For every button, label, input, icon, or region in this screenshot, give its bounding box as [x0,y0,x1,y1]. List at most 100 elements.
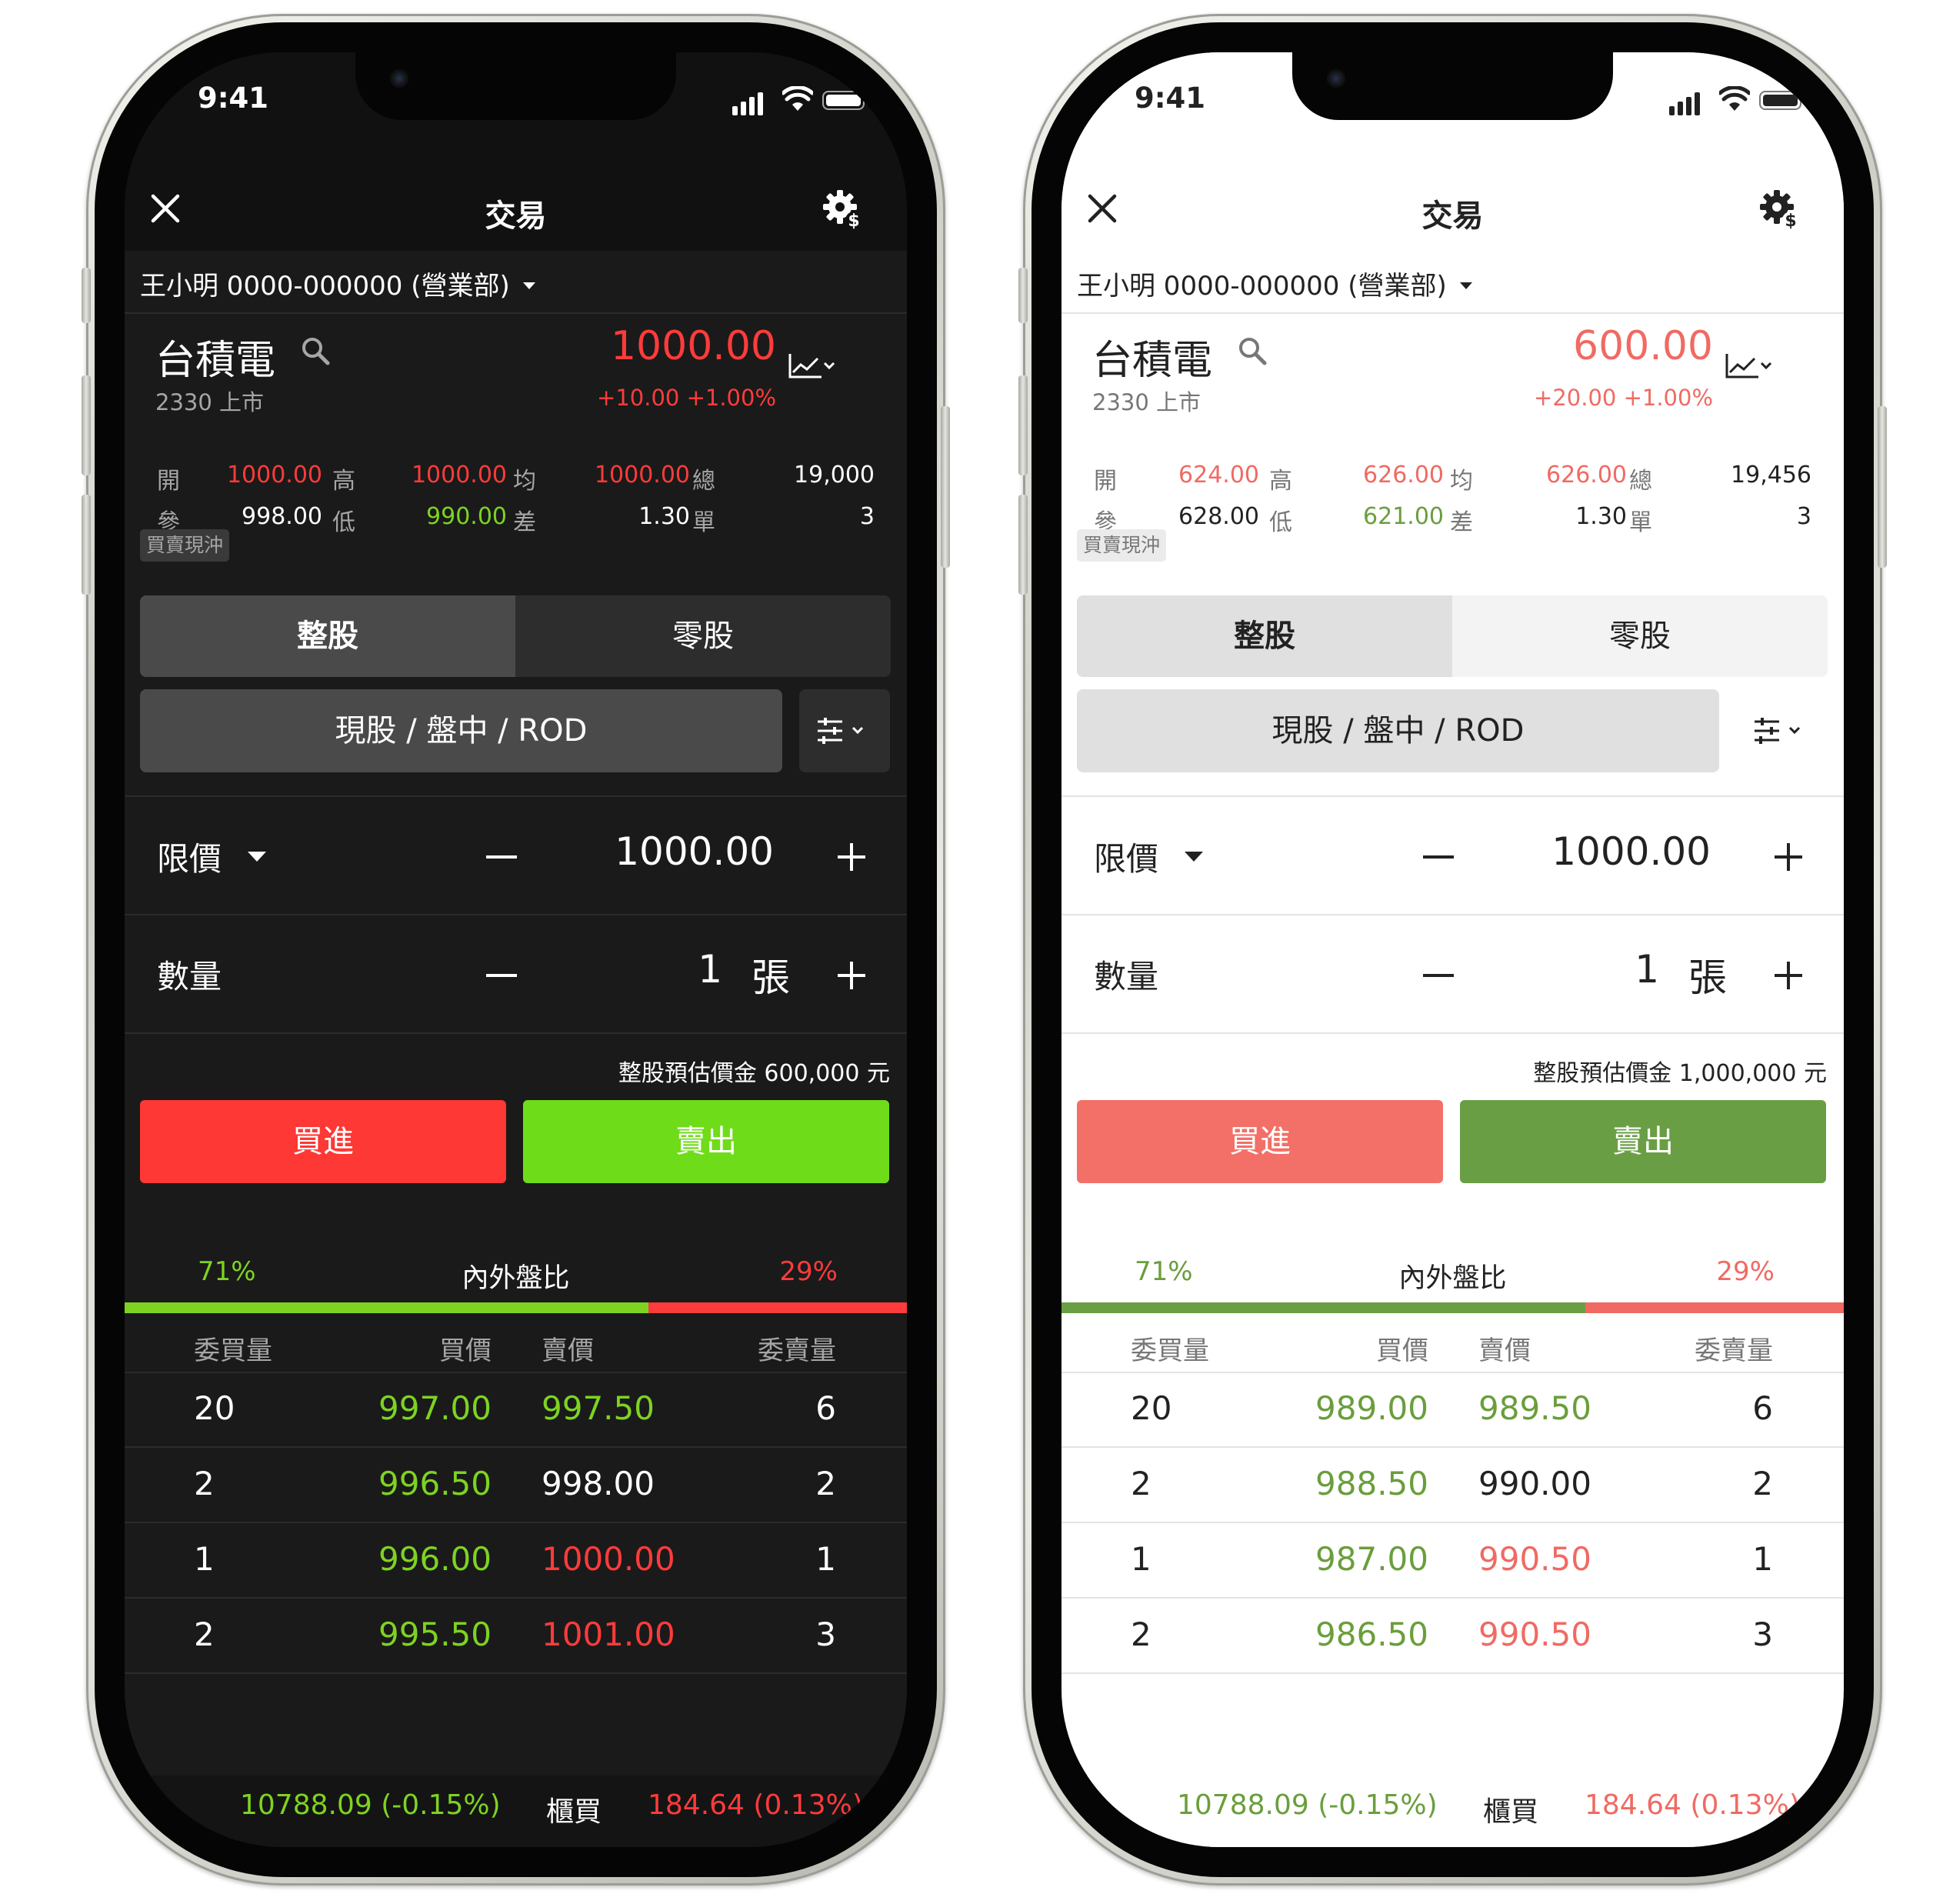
segment-whole-lot[interactable]: 整股 [1077,595,1452,677]
bid-quantity: 2 [1131,1465,1151,1502]
screen: 9:41 交易 $ 王小明 0000-000000 (營業部) 台積電 2330 上市 60… [1061,52,1844,1847]
price-input[interactable]: 1000.00 [1551,829,1711,874]
nav-bar: 交易 $ [1061,166,1844,251]
price-increment-button[interactable] [1773,842,1804,872]
market-ticker[interactable]: 加權 10788.09 (-0.15%) 櫃買 184.64 (0.13%) [1061,1776,1844,1847]
price-change: +10.00 +1.00% [597,385,776,411]
divider [1061,1672,1844,1674]
orderbook-header: 買價 [1376,1335,1428,1366]
quote-label: 單 [1629,509,1652,536]
orderbook-row[interactable]: 1 987.00 990.50 1 [1061,1523,1844,1597]
quantity-unit: 張 [1688,955,1727,1000]
buy-button[interactable]: 買進 [140,1100,506,1183]
ask-price: 998.00 [542,1465,655,1502]
quote-value: 1000.00 [226,462,322,489]
price-increment-button[interactable] [836,842,867,872]
volume-up-button [1018,375,1028,475]
market-ticker[interactable]: 加權 10788.09 (-0.15%) 櫃買 184.64 (0.13%) [125,1776,907,1847]
divider [125,1032,907,1034]
volume-up-button [82,375,91,475]
order-type-selector[interactable]: 現股 / 盤中 / ROD [140,689,782,772]
quantity-increment-button[interactable] [1773,960,1804,991]
mute-switch [1018,268,1028,323]
price-decrement-button[interactable] [486,855,517,859]
quantity-input[interactable]: 1 [1635,947,1659,992]
front-camera [1327,69,1345,88]
orderbook-header: 委買量 [194,1335,272,1366]
bid-quantity: 2 [194,1616,215,1653]
page-title: 交易 [485,198,547,234]
quantity-unit: 張 [752,955,790,1000]
price-type-dropdown-icon[interactable] [248,851,266,865]
segment-odd-lot[interactable]: 零股 [1452,595,1828,677]
quote-value: 3 [859,503,875,530]
quote-label: 總 [692,468,715,495]
sell-button[interactable]: 賣出 [523,1100,889,1183]
chevron-up-icon[interactable] [863,1803,878,1818]
account-selector[interactable]: 王小明 0000-000000 (營業部) [125,251,907,314]
quantity-input[interactable]: 1 [698,947,722,992]
search-icon[interactable] [300,335,331,366]
price-type-label[interactable]: 限價 [157,833,222,880]
price-change: +20.00 +1.00% [1534,385,1713,411]
price-type-dropdown-icon[interactable] [1185,851,1203,865]
ask-quantity: 6 [815,1389,836,1427]
screen: 9:41 交易 $ 王小明 0000-000000 (營業部) 台積電 2330 上市 10… [125,52,907,1847]
quantity-increment-button[interactable] [836,960,867,991]
quote-value: 3 [1796,503,1811,530]
bid-quantity: 1 [194,1540,215,1578]
order-settings-button[interactable] [1736,689,1827,772]
orderbook-row[interactable]: 2 995.50 1001.00 3 [125,1599,907,1672]
divider [1061,1032,1844,1034]
settings-gear-icon[interactable]: $ [1758,188,1801,231]
orderbook-row[interactable]: 20 989.00 989.50 6 [1061,1372,1844,1446]
index-value-taiex: 10788.09 (-0.15%) [240,1789,501,1821]
orderbook-row[interactable]: 2 996.50 998.00 2 [125,1448,907,1522]
battery-icon [822,91,869,110]
line-chart-icon[interactable] [1725,352,1772,380]
search-icon[interactable] [1237,335,1268,366]
orderbook-row[interactable]: 2 988.50 990.00 2 [1061,1448,1844,1522]
stock-name: 台積電 [155,338,276,384]
orderbook-row[interactable]: 2 986.50 990.50 3 [1061,1599,1844,1672]
buy-button[interactable]: 買進 [1077,1100,1443,1183]
settings-gear-icon[interactable]: $ [821,188,864,231]
quantity-decrement-button[interactable] [1423,974,1454,977]
mute-switch [82,268,91,323]
battery-icon [1759,91,1806,110]
order-type-selector[interactable]: 現股 / 盤中 / ROD [1077,689,1719,772]
phone-light-mode: 9:41 交易 $ 王小明 0000-000000 (營業部) 台積電 2330 上市 60… [1018,14,1887,1886]
estimated-amount: 整股預估價金 1,000,000 元 [1533,1060,1827,1087]
quote-label: 均 [1450,468,1473,495]
quote-value: 19,000 [794,462,875,489]
quote-value: 621.00 [1363,503,1444,530]
stock-name: 台積電 [1092,338,1213,384]
price-decrement-button[interactable] [1423,855,1454,859]
price-input[interactable]: 1000.00 [615,829,774,874]
ask-quantity: 1 [1752,1540,1773,1578]
bid-price: 989.00 [1315,1389,1428,1427]
price-type-label[interactable]: 限價 [1094,833,1158,880]
bid-quantity: 2 [194,1465,215,1502]
orderbook-row[interactable]: 1 996.00 1000.00 1 [125,1523,907,1597]
bid-quantity: 2 [1131,1616,1151,1653]
quote-label: 開 [157,468,180,495]
ask-quantity: 2 [1752,1465,1773,1502]
last-price: 1000.00 [610,323,776,369]
ask-price: 997.50 [542,1389,655,1427]
quote-label: 差 [513,509,536,536]
day-trade-tag: 買賣現沖 [140,529,230,562]
segment-odd-lot[interactable]: 零股 [515,595,891,677]
line-chart-icon[interactable] [788,352,835,380]
outer-ratio: 29% [779,1256,838,1287]
orderbook-row[interactable]: 20 997.00 997.50 6 [125,1372,907,1446]
orderbook-header: 委賣量 [758,1335,836,1366]
account-selector[interactable]: 王小明 0000-000000 (營業部) [1061,251,1844,314]
order-settings-button[interactable] [799,689,890,772]
sell-button[interactable]: 賣出 [1460,1100,1826,1183]
segment-whole-lot[interactable]: 整股 [140,595,515,677]
quantity-decrement-button[interactable] [486,974,517,977]
ask-quantity: 6 [1752,1389,1773,1427]
chevron-up-icon[interactable] [1800,1803,1815,1818]
bid-price: 996.00 [378,1540,492,1578]
